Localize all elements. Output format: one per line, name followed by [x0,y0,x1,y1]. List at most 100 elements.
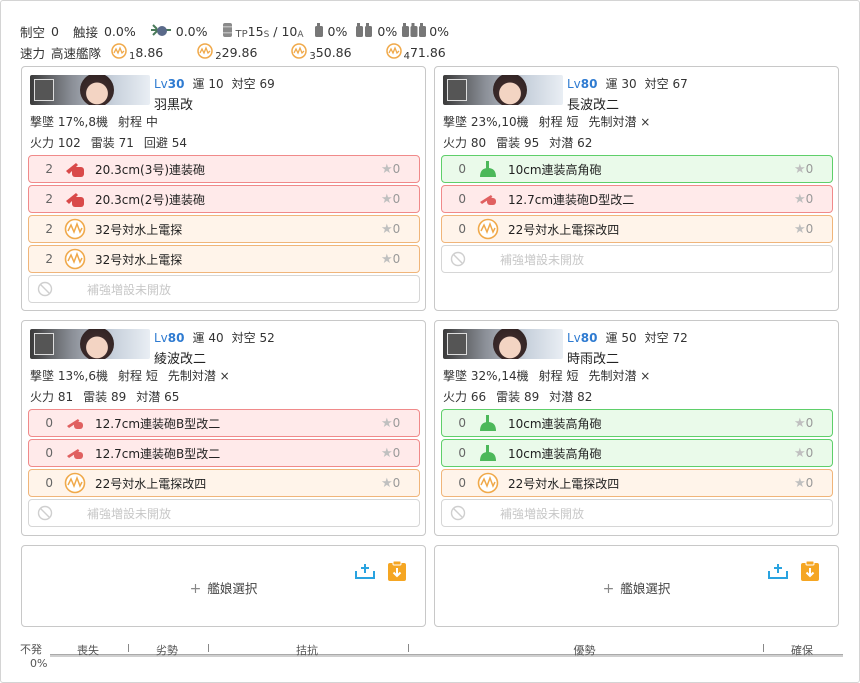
ship-level: Lv30 [154,77,185,91]
improvement-level[interactable]: ★0 [794,476,832,491]
ship-name[interactable]: 時雨改二 [567,348,619,367]
equipment-slot[interactable]: 2 32号対水上電探 ★0 [28,215,420,243]
ship-stats-line-1: 撃墜 13%,6機 射程 短先制対潜 × [30,369,230,383]
third-stat-value: 62 [577,136,593,150]
import-tray-icon[interactable] [767,562,789,583]
ship-banner[interactable] [30,329,150,359]
ship-banner[interactable] [443,329,563,359]
radar-icon [63,218,87,240]
equipment-slot[interactable]: 0 12.7cm連装砲B型改二 ★0 [28,439,420,467]
equipment-slot[interactable]: 2 32号対水上電探 ★0 [28,245,420,273]
equipment-slot[interactable]: 0 12.7cm連装砲B型改二 ★0 [28,409,420,437]
ship-name[interactable]: 羽黒改 [154,94,193,113]
ship-portrait [493,75,527,105]
expansion-slot: 補強増設未開放 [441,245,833,273]
luck-value: 30 [621,77,637,91]
equipment-name: 10cm連装高角砲 [508,446,602,461]
firepower-value: 80 [470,136,487,150]
tp-s-value: 15 [247,23,264,39]
star-icon: ★ [381,191,393,207]
equipment-slot[interactable]: 2 20.3cm(2号)連装砲 ★0 [28,185,420,213]
firepower-value: 102 [57,136,81,150]
import-tray-icon[interactable] [354,562,376,583]
ship-name[interactable]: 長波改二 [567,94,619,113]
equipment-name: 22号対水上電探改四 [508,476,620,491]
improvement-level[interactable]: ★0 [381,162,419,177]
ship-card-1[interactable]: Lv30 運 10 対空 69 羽黒改 撃墜 17%,8機 射程 中火力 102 雷装 71… [21,66,426,311]
luck-value: 50 [621,331,637,345]
equipment-slot[interactable]: 0 10cm連装高角砲 ★0 [441,439,833,467]
ship-banner[interactable] [443,75,563,105]
improvement-level[interactable]: ★0 [381,222,419,237]
fleet-summary-row-1: 制空 0 触接 0.0% 0.0% TP 15 S / 10 A 0% 0% 0… [20,22,449,40]
improvement-level[interactable]: ★0 [794,162,832,177]
ship-level: Lv80 [567,331,598,345]
improvement-level[interactable]: ★0 [381,192,419,207]
torpedo-value: 95 [523,136,540,150]
ship-banner[interactable] [30,75,150,105]
aa-cutin-value: 17%,8機 [57,115,108,129]
radar-icon [197,42,213,62]
aa-label: 対空 [231,77,256,91]
disabled-icon [37,505,53,524]
gauge-left-label: 不発 [20,643,42,656]
opening-asw: 先制対潜 × [588,369,651,383]
transport-drum-icon [222,22,233,41]
improvement-level[interactable]: ★0 [794,192,832,207]
star-icon: ★ [794,415,806,431]
slot-count: 0 [45,476,53,490]
third-stat-value: 82 [577,390,593,404]
slot-count: 2 [45,252,53,266]
drum-value-3: 0% [429,23,450,39]
recon-plane-icon [150,22,172,41]
ship-card-2[interactable]: Lv80 運 30 対空 67 長波改二 撃墜 23%,10機 射程 短先制対潜 × 火力 … [434,66,839,311]
drum-can-double-icon [355,22,373,41]
add-ship-card-5[interactable]: + 艦娘選択 [21,545,426,627]
tp-separator: / [269,23,282,39]
equipment-slot[interactable]: 2 20.3cm(3号)連装砲 ★0 [28,155,420,183]
ship-stats-line-2: 火力 81 雷装 89 対潜 65 [30,390,180,404]
range-value: 短 [566,115,579,129]
clipboard-paste-icon[interactable] [800,560,820,585]
radar-icon [476,218,500,240]
improvement-level[interactable]: ★0 [794,222,832,237]
slot-count: 2 [45,192,53,206]
ship-card-4[interactable]: Lv80 運 50 対空 72 時雨改二 撃墜 32%,14機 射程 短先制対潜 × 火力 … [434,320,839,536]
improvement-level[interactable]: ★0 [794,416,832,431]
equipment-slot[interactable]: 0 22号対水上電探改四 ★0 [441,215,833,243]
gauge-segment-label: 拮抗 [296,644,318,657]
ship-header: Lv80 運 50 対空 72 [567,329,688,346]
improvement-level[interactable]: ★0 [381,446,419,461]
improvement-level[interactable]: ★0 [381,476,419,491]
improvement-level[interactable]: ★0 [794,446,832,461]
equipment-slot[interactable]: 0 10cm連装高角砲 ★0 [441,409,833,437]
ship-name[interactable]: 綾波改二 [154,348,206,367]
star-icon: ★ [381,415,393,431]
clipboard-paste-icon[interactable] [387,560,407,585]
star-icon: ★ [381,445,393,461]
ship-portrait [493,329,527,359]
equipment-slot[interactable]: 0 12.7cm連装砲D型改二 ★0 [441,185,833,213]
drum-can-triple-icon [401,22,427,41]
disabled-icon [37,281,53,300]
speed-value: 高速艦隊 [51,45,102,61]
star-icon: ★ [794,475,806,491]
add-ship-card-6[interactable]: + 艦娘選択 [434,545,839,627]
air-state-gauge: 不発 0% 喪失 劣勢 拮抗 優勢 確保 [20,640,845,680]
gauge-segment-label: 喪失 [77,644,99,657]
equipment-slot[interactable]: 0 22号対水上電探改四 ★0 [441,469,833,497]
aa-cutin-value: 13%,6機 [57,369,108,383]
luck-label: 運 [192,331,205,345]
luck-value: 40 [208,331,224,345]
star-icon: ★ [381,475,393,491]
improvement-level[interactable]: ★0 [381,252,419,267]
slot-count: 0 [458,476,466,490]
luck-label: 運 [605,77,618,91]
aa-label: 対空 [644,77,669,91]
equipment-slot[interactable]: 0 10cm連装高角砲 ★0 [441,155,833,183]
equipment-slot[interactable]: 0 22号対水上電探改四 ★0 [28,469,420,497]
improvement-level[interactable]: ★0 [381,416,419,431]
gauge-segment-label: 確保 [791,644,813,657]
ship-header: Lv30 運 10 対空 69 [154,75,275,92]
ship-card-3[interactable]: Lv80 運 40 対空 52 綾波改二 撃墜 13%,6機 射程 短先制対潜 × 火力 8… [21,320,426,536]
